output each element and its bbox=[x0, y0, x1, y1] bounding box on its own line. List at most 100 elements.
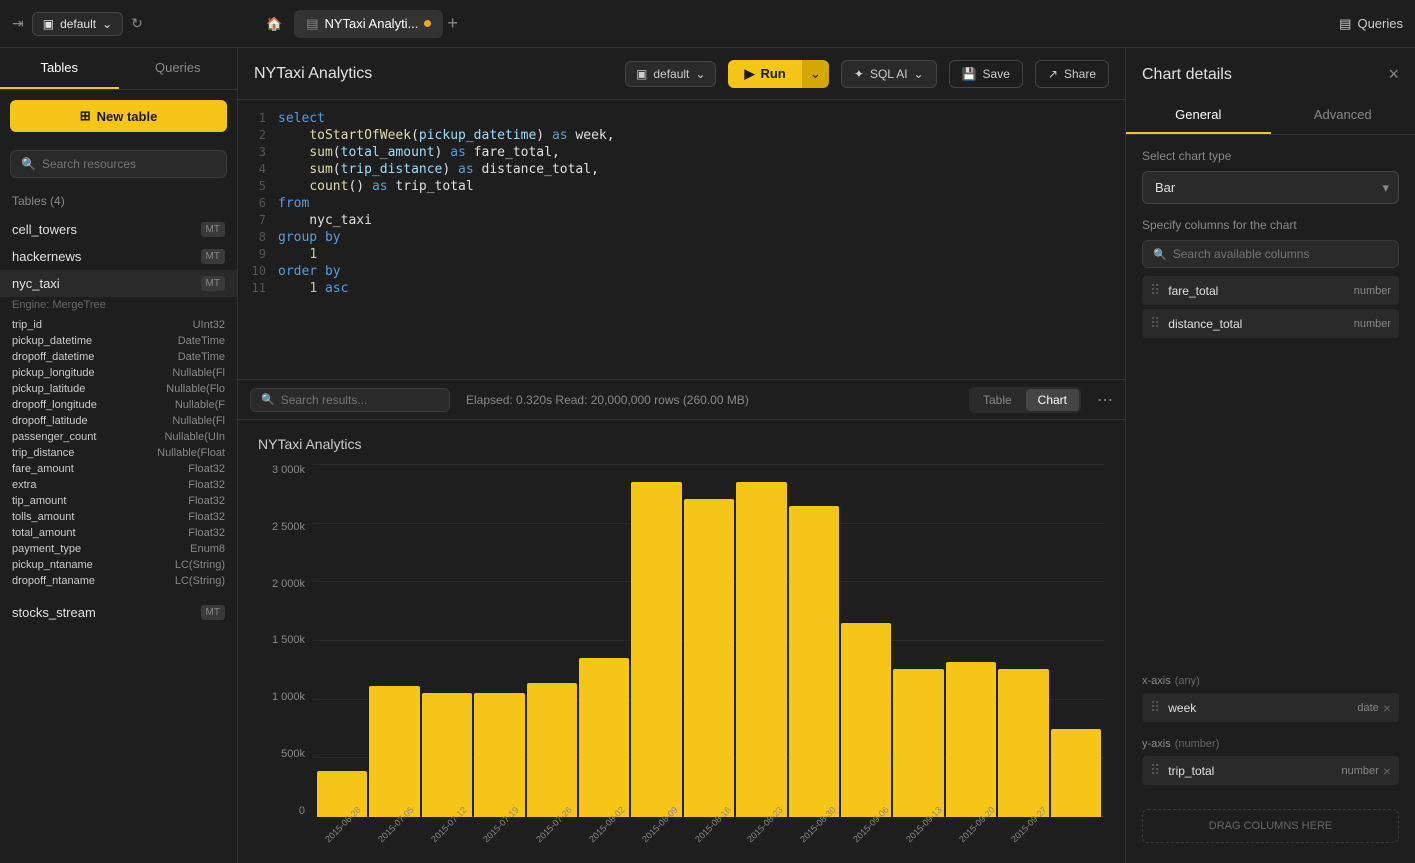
list-item: dropoff_latitudeNullable(Fl bbox=[12, 413, 225, 429]
content-header: NYTaxi Analytics ▣ default ⌄ ▶ Run ⌄ ✦ S… bbox=[238, 48, 1125, 100]
save-icon: 💾 bbox=[962, 67, 977, 81]
tab-modified-indicator bbox=[424, 20, 431, 27]
sidebar-tab-queries[interactable]: Queries bbox=[119, 48, 238, 89]
queries-label: Queries bbox=[1357, 16, 1403, 31]
db-badge-icon: ▣ bbox=[636, 67, 647, 81]
editor-line-2: 2 toStartOfWeek(pickup_datetime) as week… bbox=[238, 127, 1125, 144]
bar[interactable] bbox=[579, 658, 629, 817]
share-label: Share bbox=[1064, 67, 1096, 81]
main-layout: Tables Queries ⊞ New table 🔍 Tables (4) … bbox=[0, 48, 1415, 863]
query-tab[interactable]: ▤ NYTaxi Analyti... bbox=[294, 10, 443, 38]
save-button[interactable]: 💾 Save bbox=[949, 60, 1023, 88]
bar[interactable] bbox=[789, 506, 839, 817]
list-item: payment_typeEnum8 bbox=[12, 541, 225, 557]
db-selector-badge[interactable]: ▣ default ⌄ bbox=[625, 61, 716, 87]
bar[interactable] bbox=[631, 482, 681, 817]
chart-details-panel: Chart details × General Advanced Select … bbox=[1125, 48, 1415, 863]
new-table-label: New table bbox=[97, 109, 158, 124]
panel-tab-general[interactable]: General bbox=[1126, 97, 1271, 134]
bars-wrapper bbox=[313, 464, 1105, 817]
share-button[interactable]: ↗ Share bbox=[1035, 60, 1109, 88]
bar[interactable] bbox=[893, 669, 943, 817]
tab-bar: 🏠 ▤ NYTaxi Analyti... + bbox=[258, 10, 1331, 38]
queries-button[interactable]: ▤ Queries bbox=[1339, 16, 1403, 32]
sql-ai-button[interactable]: ✦ SQL AI ⌄ bbox=[841, 60, 937, 88]
results-search-input[interactable] bbox=[281, 393, 439, 407]
bar[interactable] bbox=[474, 693, 524, 817]
available-column-distance-total[interactable]: ⠿ distance_total number bbox=[1142, 309, 1399, 338]
sql-editor[interactable]: 1 select 2 toStartOfWeek(pickup_datetime… bbox=[238, 100, 1125, 380]
drag-handle-icon: ⠿ bbox=[1150, 315, 1160, 332]
sidebar: Tables Queries ⊞ New table 🔍 Tables (4) … bbox=[0, 48, 238, 863]
chart-type-section: Select chart type Bar Line Area bbox=[1126, 135, 1415, 218]
sidebar-tab-tables[interactable]: Tables bbox=[0, 48, 119, 89]
sidebar-item-stocks-stream[interactable]: stocks_stream MT bbox=[0, 599, 237, 626]
bar[interactable] bbox=[422, 693, 472, 817]
editor-line-8: 8 group by bbox=[238, 229, 1125, 246]
list-item: extraFloat32 bbox=[12, 477, 225, 493]
y-label: 1 000k bbox=[272, 691, 305, 703]
run-button[interactable]: ▶ Run bbox=[728, 60, 801, 88]
close-panel-button[interactable]: × bbox=[1388, 64, 1399, 85]
x-axis-col-name: week bbox=[1168, 701, 1357, 715]
sidebar-item-nyc-taxi[interactable]: nyc_taxi MT bbox=[0, 270, 237, 297]
remove-y-axis-button[interactable]: × bbox=[1383, 763, 1391, 779]
panel-title: Chart details bbox=[1142, 66, 1232, 84]
run-label: Run bbox=[760, 66, 785, 81]
y-label: 500k bbox=[281, 748, 305, 760]
add-tab-button[interactable]: + bbox=[447, 13, 458, 34]
bar[interactable] bbox=[946, 662, 996, 817]
refresh-button[interactable]: ↻ bbox=[131, 15, 143, 32]
list-item: fare_amountFloat32 bbox=[12, 461, 225, 477]
y-axis-type: (number) bbox=[1175, 738, 1220, 750]
bar[interactable] bbox=[684, 499, 734, 817]
list-item: trip_distanceNullable(Float bbox=[12, 445, 225, 461]
share-icon: ↗ bbox=[1048, 67, 1058, 81]
bar[interactable] bbox=[369, 686, 419, 817]
sql-ai-label: SQL AI bbox=[870, 67, 908, 81]
x-axis-label: x-axis bbox=[1142, 675, 1171, 687]
drag-columns-zone[interactable]: DRAG COLUMNS HERE bbox=[1142, 809, 1399, 843]
bar[interactable] bbox=[1051, 729, 1101, 817]
y-label: 1 500k bbox=[272, 634, 305, 646]
table-view-button[interactable]: Table bbox=[971, 389, 1024, 411]
editor-line-9: 9 1 bbox=[238, 246, 1125, 263]
drag-handle-icon: ⠿ bbox=[1150, 282, 1160, 299]
available-column-fare-total[interactable]: ⠿ fare_total number bbox=[1142, 276, 1399, 305]
x-axis-column-row: ⠿ week date × bbox=[1142, 693, 1399, 722]
column-search-input[interactable] bbox=[1173, 247, 1388, 261]
remove-x-axis-button[interactable]: × bbox=[1383, 700, 1391, 716]
bar[interactable] bbox=[841, 623, 891, 817]
db-selector[interactable]: ▣ default ⌄ bbox=[32, 12, 123, 36]
sidebar-item-cell-towers[interactable]: cell_towers MT bbox=[0, 216, 237, 243]
bar[interactable] bbox=[736, 482, 786, 817]
list-item: tolls_amountFloat32 bbox=[12, 509, 225, 525]
results-stats: Elapsed: 0.320s Read: 20,000,000 rows (2… bbox=[466, 393, 953, 407]
chart-type-select[interactable]: Bar Line Area bbox=[1142, 171, 1399, 204]
sidebar-item-hackernews[interactable]: hackernews MT bbox=[0, 243, 237, 270]
x-axis-section: x-axis (any) ⠿ week date × bbox=[1126, 675, 1415, 738]
bar[interactable] bbox=[998, 669, 1048, 817]
chart-view-button[interactable]: Chart bbox=[1026, 389, 1079, 411]
x-axis-header: x-axis (any) bbox=[1142, 675, 1399, 687]
run-dropdown-button[interactable]: ⌄ bbox=[802, 60, 829, 88]
run-icon: ▶ bbox=[744, 66, 754, 82]
columns-label: Specify columns for the chart bbox=[1142, 218, 1399, 232]
home-tab[interactable]: 🏠 bbox=[258, 10, 290, 38]
chart-title: NYTaxi Analytics bbox=[258, 436, 1105, 452]
bar[interactable] bbox=[527, 683, 577, 817]
panel-tab-advanced[interactable]: Advanced bbox=[1271, 97, 1415, 134]
results-bar: 🔍 Elapsed: 0.320s Read: 20,000,000 rows … bbox=[238, 380, 1125, 420]
drag-handle-icon: ⠿ bbox=[1150, 762, 1160, 779]
search-input[interactable] bbox=[42, 157, 216, 171]
list-item: dropoff_ntanameLC(String) bbox=[12, 573, 225, 589]
table-name: cell_towers bbox=[12, 222, 77, 237]
column-name: fare_total bbox=[1168, 284, 1353, 298]
back-button[interactable]: ⇥ bbox=[12, 15, 24, 32]
new-table-button[interactable]: ⊞ New table bbox=[10, 100, 227, 132]
editor-line-3: 3 sum(total_amount) as fare_total, bbox=[238, 144, 1125, 161]
chart-container: NYTaxi Analytics 3 000k 2 500k 2 000k 1 … bbox=[238, 420, 1125, 863]
top-bar-left: ⇥ ▣ default ⌄ ↻ bbox=[12, 12, 250, 36]
tab-icon: ▤ bbox=[306, 16, 318, 32]
more-options-button[interactable]: ⋯ bbox=[1097, 390, 1113, 410]
